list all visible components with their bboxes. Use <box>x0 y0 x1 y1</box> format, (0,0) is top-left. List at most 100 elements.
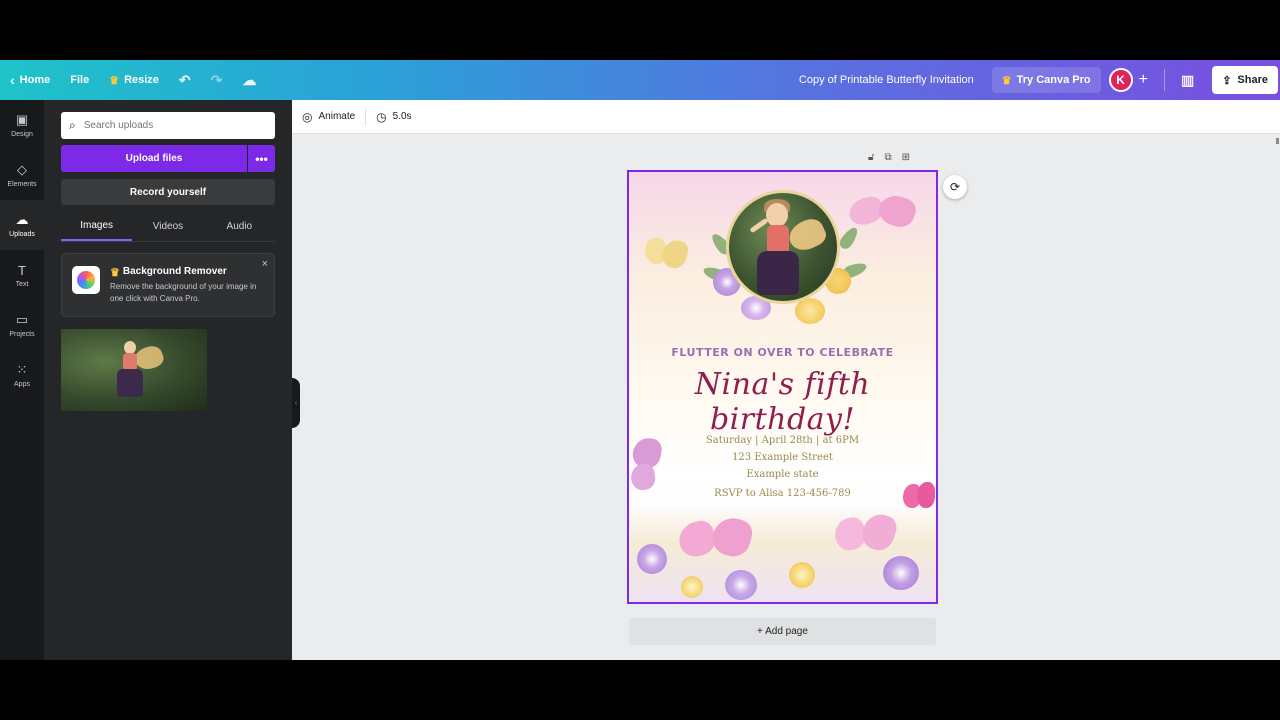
crown-icon: ♛ <box>109 74 120 87</box>
file-menu[interactable]: File <box>60 60 99 100</box>
event-details[interactable]: Saturday | April 28th | at 6PM 123 Examp… <box>629 432 936 502</box>
headline-text[interactable]: Nina's fifth birthday! <box>629 367 936 437</box>
butterfly-graphic[interactable] <box>675 513 756 568</box>
search-input[interactable] <box>83 120 254 131</box>
animate-button[interactable]: ◎ Animate <box>292 100 365 134</box>
page-tools: 🔓︎ ⧉ ⊞ <box>868 152 910 163</box>
butterfly-graphic[interactable] <box>629 435 665 498</box>
promo-text: Remove the background of your image in o… <box>110 282 257 303</box>
top-bar: ‹ Home File ♛ Resize ↶ ↷ ☁ Copy of Print… <box>0 60 1280 100</box>
girl-photo-frame[interactable] <box>726 190 840 304</box>
undo-icon: ↶ <box>178 71 191 88</box>
street-line: 123 Example Street <box>732 452 833 463</box>
home-label: Home <box>19 74 51 86</box>
canvas-toolbar: ◎ Animate ◷ 5.0s <box>292 100 1280 134</box>
upload-files-button[interactable]: Upload files <box>61 145 247 172</box>
redo-icon: ↷ <box>210 71 223 88</box>
state-line: Example state <box>746 469 819 480</box>
animate-label: Animate <box>318 111 356 122</box>
clock-icon: ◷ <box>376 109 387 124</box>
collapse-panel-handle[interactable]: ‹ <box>292 378 300 428</box>
file-label: File <box>70 74 90 86</box>
save-status-button[interactable]: ☁ <box>232 60 266 100</box>
rail-label: Apps <box>14 381 30 388</box>
upload-cloud-icon: ☁ <box>15 212 29 227</box>
butterfly-graphic[interactable] <box>903 482 936 516</box>
redo-button[interactable]: ↷ <box>201 60 233 100</box>
design-page[interactable]: FLUTTER ON OVER TO CELEBRATE Nina's fift… <box>627 170 938 604</box>
cloud-check-icon: ☁ <box>242 71 257 88</box>
tab-images[interactable]: Images <box>61 212 133 241</box>
rail-item-uploads[interactable]: ☁ Uploads <box>0 200 44 250</box>
document-title[interactable]: Copy of Printable Butterfly Invitation <box>799 74 992 86</box>
uploads-panel: ⌕ Upload files ••• Record yourself Image… <box>44 100 292 660</box>
refresh-icon: ⟳ <box>949 180 961 194</box>
media-tabs: Images Videos Audio <box>61 212 275 242</box>
rail-label: Text <box>15 280 29 288</box>
animate-icon: ◎ <box>302 109 313 124</box>
tab-videos[interactable]: Videos <box>132 212 203 241</box>
uploaded-image-thumbnail[interactable] <box>61 329 207 411</box>
add-page-button[interactable]: + Add page <box>629 618 936 645</box>
upload-more-button[interactable]: ••• <box>248 145 275 172</box>
upload-row: Upload files ••• <box>61 145 275 172</box>
add-page-icon[interactable]: ⊞ <box>902 152 910 163</box>
chevron-left-icon: ‹ <box>10 72 15 88</box>
resize-button[interactable]: ♛ Resize <box>99 60 169 100</box>
left-rail: ▣ Design ◇ Elements ☁ Uploads T Text ▭ P… <box>0 100 44 660</box>
tagline-text[interactable]: FLUTTER ON OVER TO CELEBRATE <box>629 346 936 359</box>
share-button[interactable]: ⇪ Share <box>1212 66 1278 94</box>
butterfly-graphic[interactable] <box>832 509 900 562</box>
rail-item-projects[interactable]: ▭ Projects <box>0 300 44 350</box>
rail-label: Elements <box>7 181 37 188</box>
crown-icon: ♛ <box>1001 74 1012 87</box>
lock-icon[interactable]: 🔓︎ <box>868 152 874 163</box>
chevron-left-icon: ‹ <box>294 399 298 407</box>
share-icon: ⇪ <box>1222 74 1232 87</box>
avatar[interactable]: K <box>1108 68 1133 92</box>
duplicate-page-icon[interactable]: ⧉ <box>884 152 891 163</box>
background-remover-promo: ♛ Background Remover Remove the backgrou… <box>61 253 275 317</box>
resize-label: Resize <box>124 74 159 86</box>
promo-title: ♛ Background Remover <box>110 266 227 279</box>
more-dots-icon: ••• <box>255 151 268 166</box>
rail-item-text[interactable]: T Text <box>0 250 44 300</box>
duration-button[interactable]: ◷ 5.0s <box>366 100 421 134</box>
crown-icon: ♛ <box>110 267 120 279</box>
search-box[interactable]: ⌕ <box>61 112 275 139</box>
promo-title-text: Background Remover <box>122 266 227 277</box>
bar-chart-icon: ▥ <box>1180 71 1195 88</box>
add-collaborator-button[interactable]: + <box>1133 71 1158 89</box>
home-button[interactable]: ‹ Home <box>0 60 60 100</box>
duration-label: 5.0s <box>392 111 412 122</box>
elements-icon: ◇ <box>17 162 27 177</box>
rail-label: Projects <box>9 331 35 338</box>
rail-item-apps[interactable]: ⁙ Apps <box>0 350 44 400</box>
butterfly-graphic[interactable] <box>641 234 691 274</box>
folder-icon: ▭ <box>15 312 29 327</box>
search-icon: ⌕ <box>69 118 76 132</box>
rail-item-design[interactable]: ▣ Design <box>0 100 44 150</box>
insights-button[interactable]: ▥ <box>1171 60 1204 100</box>
rail-label: Uploads <box>9 231 35 238</box>
design-icon: ▣ <box>15 112 29 127</box>
apps-grid-icon: ⁙ <box>16 362 28 377</box>
try-canva-pro-button[interactable]: ♛ Try Canva Pro <box>991 67 1101 93</box>
rail-item-elements[interactable]: ◇ Elements <box>0 150 44 200</box>
share-label: Share <box>1237 74 1268 86</box>
undo-button[interactable]: ↶ <box>169 60 201 100</box>
regenerate-button[interactable]: ⟳ <box>943 175 967 199</box>
scroll-indicator[interactable] <box>1276 138 1279 144</box>
record-yourself-button[interactable]: Record yourself <box>61 179 275 205</box>
butterfly-graphic[interactable] <box>846 190 920 236</box>
text-icon: T <box>18 262 26 278</box>
date-line: Saturday | April 28th | at 6PM <box>705 435 860 446</box>
divider <box>1163 69 1165 91</box>
rail-label: Design <box>11 131 33 138</box>
try-pro-label: Try Canva Pro <box>1016 74 1091 86</box>
rsvp-line: RSVP to Alisa 123-456-789 <box>714 488 851 499</box>
background-remover-icon <box>72 266 100 294</box>
canva-editor: ‹ Home File ♛ Resize ↶ ↷ ☁ Copy of Print… <box>0 60 1280 660</box>
tab-audio[interactable]: Audio <box>204 212 275 241</box>
close-icon[interactable]: × <box>262 258 268 270</box>
